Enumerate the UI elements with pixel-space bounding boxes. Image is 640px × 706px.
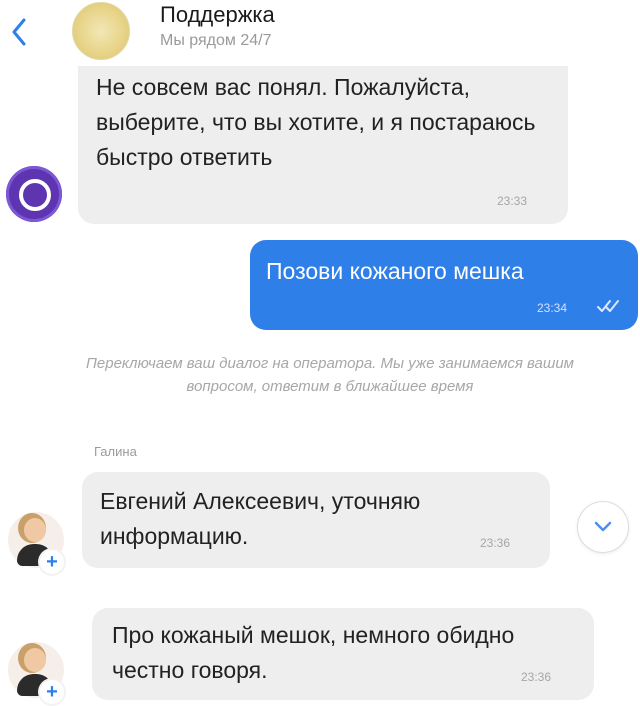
bot-avatar [6, 166, 62, 222]
chat-subtitle: Мы рядом 24/7 [160, 32, 272, 49]
operator-message-time: 23:36 [521, 670, 552, 684]
back-button[interactable] [8, 12, 32, 52]
bot-message-time: 23:33 [497, 194, 528, 208]
add-contact-icon[interactable]: + [40, 550, 64, 574]
operator-message-text: Про кожаный мешок, немного обидно честно… [112, 622, 515, 683]
user-message-time: 23:34 [537, 301, 568, 315]
user-message-bubble [250, 240, 638, 330]
double-check-icon [597, 300, 619, 312]
operator-message-text: Евгений Алексеевич, уточняю информацию. [100, 488, 421, 549]
user-message-text: Позови кожаного мешка [266, 258, 524, 284]
chat-title: Поддержка [160, 2, 275, 27]
add-contact-icon[interactable]: + [40, 680, 64, 704]
bot-message-text: Не совсем вас понял. Пожалуйста, выберит… [96, 74, 536, 170]
chevron-left-icon [12, 18, 26, 46]
operator-name: Галина [94, 444, 137, 459]
scroll-down-button[interactable] [578, 502, 628, 552]
support-avatar[interactable] [72, 2, 130, 60]
system-note: Переключаем ваш диалог на оператора. Мы … [86, 355, 574, 395]
chevron-down-icon [594, 521, 612, 532]
operator-message-time: 23:36 [480, 536, 511, 550]
